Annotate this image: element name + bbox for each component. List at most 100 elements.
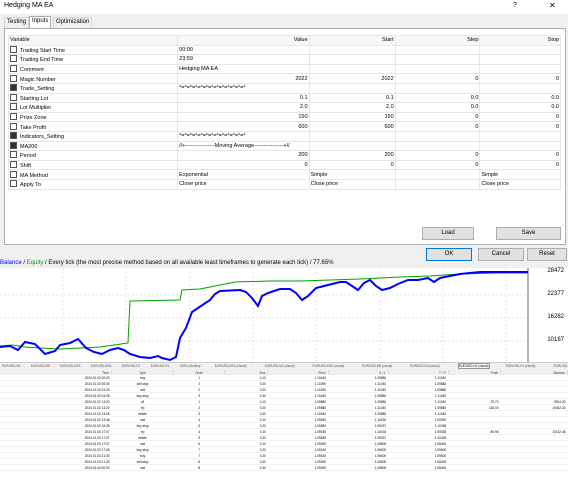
chart-tab[interactable]: EURUSD,M15: [60, 364, 81, 368]
stop-cell[interactable]: 0: [479, 159, 561, 171]
stop-cell[interactable]: [479, 82, 561, 94]
step-cell[interactable]: [394, 44, 481, 56]
start-cell[interactable]: 150: [308, 111, 396, 123]
row-checkbox[interactable]: [10, 74, 17, 82]
chart-tab[interactable]: EURUSD,H1 (visual): [554, 364, 568, 368]
table-row[interactable]: Trading End Time 23:59: [7, 54, 561, 65]
value-cell[interactable]: Hedging MA EA: [177, 63, 310, 75]
step-cell[interactable]: [394, 178, 481, 190]
row-checkbox[interactable]: [10, 161, 17, 169]
step-cell[interactable]: [394, 54, 481, 65]
step-cell[interactable]: 0.0: [394, 92, 481, 104]
step-cell[interactable]: 0: [394, 150, 481, 161]
value-cell[interactable]: Close price: [177, 178, 310, 190]
tab-optimization[interactable]: Optimization: [53, 17, 93, 28]
chart-tab[interactable]: EURUSD,M1: [2, 364, 21, 368]
row-checkbox[interactable]: [10, 151, 17, 159]
stop-cell[interactable]: 0: [479, 150, 561, 161]
step-cell[interactable]: [394, 169, 481, 180]
start-cell[interactable]: [308, 44, 396, 56]
table-row[interactable]: Lot Multiplier 2.0 2.0 0.0 0.0: [7, 102, 561, 113]
stop-cell[interactable]: 0: [479, 111, 561, 123]
chart-tab[interactable]: EURUSD,M1 (visual): [265, 364, 295, 368]
chart-tab[interactable]: EURUSD,M15 (visual): [215, 364, 247, 368]
table-row[interactable]: MA200 //+----------------Moving Average--…: [7, 140, 561, 152]
chart-tab[interactable]: EURUSD,M30: [91, 364, 112, 368]
stop-cell[interactable]: [479, 130, 561, 142]
reset-button[interactable]: Reset: [527, 248, 567, 261]
row-checkbox[interactable]: [10, 65, 17, 73]
load-button[interactable]: Load: [422, 227, 474, 240]
start-cell[interactable]: Simple: [308, 169, 396, 180]
start-cell[interactable]: 600: [308, 121, 396, 132]
chart-tab[interactable]: EURUSD,M15 (visual): [313, 364, 345, 368]
chart-tab[interactable]: EURUSD,H1: [122, 364, 140, 368]
row-checkbox[interactable]: [10, 84, 17, 92]
cancel-button[interactable]: Cancel: [478, 248, 524, 261]
row-checkbox[interactable]: [10, 103, 17, 111]
chart-tab[interactable]: EURUSD,H4 (visual): [410, 364, 440, 368]
stop-cell[interactable]: [479, 54, 561, 65]
chart-tab[interactable]: EURUSD,M5 (visual): [362, 364, 392, 368]
start-cell[interactable]: 0.1: [308, 92, 396, 104]
table-row[interactable]: 2024.01.04 00:00 sell 8 0.40 1.09000 1.09600 1…: [0, 464, 568, 471]
start-cell[interactable]: 0: [308, 159, 396, 171]
stop-cell[interactable]: Simple: [479, 169, 561, 180]
table-row[interactable]: Comment Hedging MA EA: [7, 63, 561, 75]
value-cell[interactable]: 2.0: [177, 102, 310, 113]
stop-cell[interactable]: 0.0: [479, 92, 561, 104]
row-checkbox[interactable]: [10, 141, 17, 149]
table-row[interactable]: MA Method Exponential Simple Simple: [7, 169, 561, 180]
value-cell[interactable]: Exponential: [177, 169, 310, 180]
value-cell[interactable]: 200: [177, 150, 310, 161]
table-row[interactable]: Apply To Close price Close price Close pric…: [7, 178, 561, 190]
save-button[interactable]: Save: [496, 227, 561, 240]
chart-tab[interactable]: EURUSD,H1 (visual): [506, 364, 536, 368]
chart-tab[interactable]: EURUSD,M5: [31, 364, 50, 368]
value-cell[interactable]: *=*=*=*=*=*=*=*=*=*=*=*=*: [177, 82, 310, 94]
step-cell[interactable]: 0.0: [394, 102, 481, 113]
step-cell[interactable]: [394, 130, 481, 142]
stop-cell[interactable]: Close price: [479, 178, 561, 190]
row-checkbox[interactable]: [10, 94, 17, 101]
row-checkbox[interactable]: [10, 113, 17, 121]
row-checkbox[interactable]: [10, 180, 17, 188]
chart-tab[interactable]: EURUSD,H4: [151, 364, 169, 368]
start-cell[interactable]: 200: [308, 150, 396, 161]
start-cell[interactable]: [308, 130, 396, 142]
table-row[interactable]: Take Profit 600 600 0 0: [7, 121, 561, 132]
row-checkbox[interactable]: [10, 132, 17, 140]
value-cell[interactable]: 150: [177, 111, 310, 123]
start-cell[interactable]: Close price: [308, 178, 396, 190]
step-cell[interactable]: 0: [394, 111, 481, 123]
step-cell[interactable]: [394, 82, 481, 94]
table-row[interactable]: Magic Number 2022 2022 0 0: [7, 73, 561, 84]
table-row[interactable]: Trade_Setting *=*=*=*=*=*=*=*=*=*=*=*=*: [7, 82, 561, 94]
value-cell[interactable]: *=*=*=*=*=*=*=*=*=*=*=*=*: [177, 130, 310, 142]
stop-cell[interactable]: 0: [479, 121, 561, 132]
start-cell[interactable]: [308, 63, 396, 75]
row-checkbox[interactable]: [10, 122, 17, 130]
ok-button[interactable]: OK: [426, 248, 472, 261]
value-cell[interactable]: 2022: [177, 73, 310, 84]
table-row[interactable]: Period 200 200 0 0: [7, 150, 561, 161]
table-row[interactable]: Trading Start Time 00:00: [7, 44, 561, 56]
value-cell[interactable]: 0.1: [177, 92, 310, 104]
value-cell[interactable]: 0: [177, 159, 310, 171]
value-cell[interactable]: //+----------------Moving Average-------…: [177, 140, 310, 152]
stop-cell[interactable]: [479, 44, 561, 56]
row-checkbox[interactable]: [10, 46, 17, 53]
start-cell[interactable]: 2022: [308, 73, 396, 84]
table-row[interactable]: Indicators_Setting *=*=*=*=*=*=*=*=*=*=*=…: [7, 130, 561, 142]
stop-cell[interactable]: [479, 140, 561, 152]
step-cell[interactable]: 0: [394, 121, 481, 132]
value-cell[interactable]: 23:59: [177, 54, 310, 65]
chart-tab[interactable]: USDX,Monthly: [180, 364, 201, 368]
table-row[interactable]: Shift 0 0 0 0: [7, 159, 561, 171]
stop-cell[interactable]: [479, 63, 561, 75]
step-cell[interactable]: 0: [394, 159, 481, 171]
row-checkbox[interactable]: [10, 55, 17, 63]
step-cell[interactable]: [394, 63, 481, 75]
help-button[interactable]: ?: [513, 2, 517, 9]
start-cell[interactable]: [308, 82, 396, 94]
